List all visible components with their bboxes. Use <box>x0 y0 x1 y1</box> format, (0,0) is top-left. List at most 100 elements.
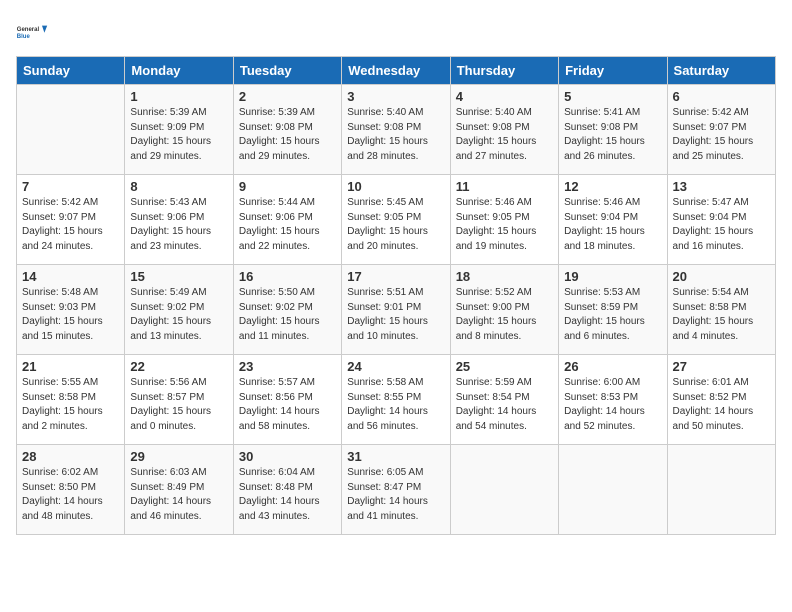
svg-text:General: General <box>17 27 40 33</box>
calendar-cell: 20 Sunrise: 5:54 AM Sunset: 8:58 PM Dayli… <box>667 265 775 355</box>
day-number: 20 <box>673 269 770 284</box>
day-info: Sunrise: 6:03 AM Sunset: 8:49 PM Dayligh… <box>130 466 227 524</box>
day-number: 15 <box>130 269 227 284</box>
calendar-cell: 16Sunrise: 5:50 AM Sunset: 9:02 PM Dayli… <box>233 265 341 355</box>
day-info: Sunrise: 5:49 AM Sunset: 9:02 PM Dayligh… <box>130 286 227 344</box>
day-number: 6 <box>673 89 770 104</box>
day-number: 31 <box>347 449 444 464</box>
day-number: 23 <box>239 359 336 374</box>
day-info: Sunrise: 5:42 AM Sunset: 9:07 PM Dayligh… <box>673 106 770 164</box>
day-info: Sunrise: 5:40 AM Sunset: 9:08 PM Dayligh… <box>347 106 444 164</box>
calendar-cell: 17 Sunrise: 5:51 AM Sunset: 9:01 PM Dayli… <box>342 265 450 355</box>
col-header-friday: Friday <box>559 57 667 85</box>
day-number: 7 <box>22 179 119 194</box>
calendar-cell: 23 Sunrise: 5:57 AM Sunset: 8:56 PM Dayli… <box>233 355 341 445</box>
day-number: 12 <box>564 179 661 194</box>
col-header-wednesday: Wednesday <box>342 57 450 85</box>
day-number: 8 <box>130 179 227 194</box>
day-info: Sunrise: 5:50 AM Sunset: 9:02 PM Dayligh… <box>239 286 336 344</box>
col-header-thursday: Thursday <box>450 57 558 85</box>
calendar-cell: 11 Sunrise: 5:46 AM Sunset: 9:05 PM Dayli… <box>450 175 558 265</box>
calendar-cell: 18Sunrise: 5:52 AM Sunset: 9:00 PM Dayli… <box>450 265 558 355</box>
calendar-cell: 24 Sunrise: 5:58 AM Sunset: 8:55 PM Dayli… <box>342 355 450 445</box>
calendar-cell: 14 Sunrise: 5:48 AM Sunset: 9:03 PM Dayli… <box>17 265 125 355</box>
calendar-cell: 3 Sunrise: 5:40 AM Sunset: 9:08 PM Daylig… <box>342 85 450 175</box>
day-info: Sunrise: 5:58 AM Sunset: 8:55 PM Dayligh… <box>347 376 444 434</box>
calendar-week-row: 21 Sunrise: 5:55 AM Sunset: 8:58 PM Dayli… <box>17 355 776 445</box>
calendar-cell: 2Sunrise: 5:39 AM Sunset: 9:08 PM Daylig… <box>233 85 341 175</box>
day-number: 4 <box>456 89 553 104</box>
col-header-monday: Monday <box>125 57 233 85</box>
calendar-cell: 30Sunrise: 6:04 AM Sunset: 8:48 PM Dayli… <box>233 445 341 535</box>
calendar-cell <box>450 445 558 535</box>
col-header-sunday: Sunday <box>17 57 125 85</box>
day-info: Sunrise: 5:51 AM Sunset: 9:01 PM Dayligh… <box>347 286 444 344</box>
logo-icon: GeneralBlue <box>16 16 48 48</box>
svg-text:Blue: Blue <box>17 34 31 40</box>
calendar-cell: 29 Sunrise: 6:03 AM Sunset: 8:49 PM Dayli… <box>125 445 233 535</box>
day-number: 17 <box>347 269 444 284</box>
day-info: Sunrise: 5:40 AM Sunset: 9:08 PM Dayligh… <box>456 106 553 164</box>
day-info: Sunrise: 6:02 AM Sunset: 8:50 PM Dayligh… <box>22 466 119 524</box>
calendar-cell: 8 Sunrise: 5:43 AM Sunset: 9:06 PM Daylig… <box>125 175 233 265</box>
calendar-week-row: 14 Sunrise: 5:48 AM Sunset: 9:03 PM Dayli… <box>17 265 776 355</box>
calendar-cell: 21 Sunrise: 5:55 AM Sunset: 8:58 PM Dayli… <box>17 355 125 445</box>
day-info: Sunrise: 5:55 AM Sunset: 8:58 PM Dayligh… <box>22 376 119 434</box>
calendar-cell: 10Sunrise: 5:45 AM Sunset: 9:05 PM Dayli… <box>342 175 450 265</box>
day-info: Sunrise: 5:44 AM Sunset: 9:06 PM Dayligh… <box>239 196 336 254</box>
day-number: 2 <box>239 89 336 104</box>
day-number: 30 <box>239 449 336 464</box>
calendar-cell: 31 Sunrise: 6:05 AM Sunset: 8:47 PM Dayli… <box>342 445 450 535</box>
calendar-cell: 15 Sunrise: 5:49 AM Sunset: 9:02 PM Dayli… <box>125 265 233 355</box>
day-number: 3 <box>347 89 444 104</box>
calendar-week-row: 7 Sunrise: 5:42 AM Sunset: 9:07 PM Daylig… <box>17 175 776 265</box>
day-info: Sunrise: 5:46 AM Sunset: 9:05 PM Dayligh… <box>456 196 553 254</box>
calendar-cell: 28 Sunrise: 6:02 AM Sunset: 8:50 PM Dayli… <box>17 445 125 535</box>
day-info: Sunrise: 5:39 AM Sunset: 9:09 PM Dayligh… <box>130 106 227 164</box>
calendar-cell: 9Sunrise: 5:44 AM Sunset: 9:06 PM Daylig… <box>233 175 341 265</box>
calendar-table: SundayMondayTuesdayWednesdayThursdayFrid… <box>16 56 776 535</box>
day-info: Sunrise: 5:48 AM Sunset: 9:03 PM Dayligh… <box>22 286 119 344</box>
calendar-cell: 27 Sunrise: 6:01 AM Sunset: 8:52 PM Dayli… <box>667 355 775 445</box>
day-info: Sunrise: 5:45 AM Sunset: 9:05 PM Dayligh… <box>347 196 444 254</box>
day-number: 11 <box>456 179 553 194</box>
calendar-week-row: 1Sunrise: 5:39 AM Sunset: 9:09 PM Daylig… <box>17 85 776 175</box>
calendar-cell: 12 Sunrise: 5:46 AM Sunset: 9:04 PM Dayli… <box>559 175 667 265</box>
day-number: 24 <box>347 359 444 374</box>
day-number: 22 <box>130 359 227 374</box>
calendar-cell: 6 Sunrise: 5:42 AM Sunset: 9:07 PM Daylig… <box>667 85 775 175</box>
page-header: GeneralBlue <box>16 16 776 48</box>
day-number: 14 <box>22 269 119 284</box>
logo: GeneralBlue <box>16 16 48 48</box>
day-number: 27 <box>673 359 770 374</box>
day-number: 28 <box>22 449 119 464</box>
calendar-cell: 7 Sunrise: 5:42 AM Sunset: 9:07 PM Daylig… <box>17 175 125 265</box>
day-info: Sunrise: 5:56 AM Sunset: 8:57 PM Dayligh… <box>130 376 227 434</box>
calendar-cell <box>559 445 667 535</box>
calendar-cell: 1Sunrise: 5:39 AM Sunset: 9:09 PM Daylig… <box>125 85 233 175</box>
day-number: 18 <box>456 269 553 284</box>
day-info: Sunrise: 6:01 AM Sunset: 8:52 PM Dayligh… <box>673 376 770 434</box>
day-info: Sunrise: 5:46 AM Sunset: 9:04 PM Dayligh… <box>564 196 661 254</box>
day-info: Sunrise: 5:43 AM Sunset: 9:06 PM Dayligh… <box>130 196 227 254</box>
day-info: Sunrise: 5:57 AM Sunset: 8:56 PM Dayligh… <box>239 376 336 434</box>
day-number: 25 <box>456 359 553 374</box>
day-info: Sunrise: 5:53 AM Sunset: 8:59 PM Dayligh… <box>564 286 661 344</box>
calendar-cell: 19Sunrise: 5:53 AM Sunset: 8:59 PM Dayli… <box>559 265 667 355</box>
day-info: Sunrise: 5:42 AM Sunset: 9:07 PM Dayligh… <box>22 196 119 254</box>
calendar-cell <box>667 445 775 535</box>
day-number: 13 <box>673 179 770 194</box>
day-info: Sunrise: 5:47 AM Sunset: 9:04 PM Dayligh… <box>673 196 770 254</box>
day-info: Sunrise: 5:54 AM Sunset: 8:58 PM Dayligh… <box>673 286 770 344</box>
calendar-cell <box>17 85 125 175</box>
col-header-tuesday: Tuesday <box>233 57 341 85</box>
day-number: 5 <box>564 89 661 104</box>
day-info: Sunrise: 5:59 AM Sunset: 8:54 PM Dayligh… <box>456 376 553 434</box>
calendar-cell: 5Sunrise: 5:41 AM Sunset: 9:08 PM Daylig… <box>559 85 667 175</box>
day-number: 29 <box>130 449 227 464</box>
day-info: Sunrise: 6:05 AM Sunset: 8:47 PM Dayligh… <box>347 466 444 524</box>
calendar-cell: 13 Sunrise: 5:47 AM Sunset: 9:04 PM Dayli… <box>667 175 775 265</box>
calendar-cell: 4 Sunrise: 5:40 AM Sunset: 9:08 PM Daylig… <box>450 85 558 175</box>
calendar-cell: 26Sunrise: 6:00 AM Sunset: 8:53 PM Dayli… <box>559 355 667 445</box>
day-number: 21 <box>22 359 119 374</box>
